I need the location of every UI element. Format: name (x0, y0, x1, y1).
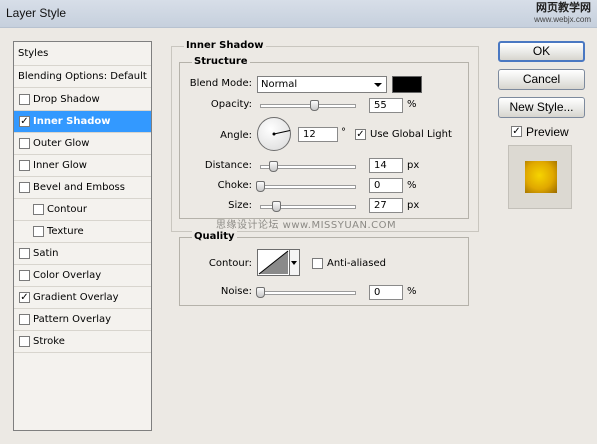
ok-button[interactable]: OK (498, 41, 585, 62)
styles-list-header[interactable]: Styles (14, 42, 151, 66)
shadow-color-swatch[interactable] (392, 76, 422, 93)
quality-title: Quality (192, 231, 237, 242)
inner-glow-checkbox[interactable] (19, 160, 30, 171)
blending-options-item[interactable]: Blending Options: Default (14, 66, 151, 88)
size-label: Size: (228, 200, 252, 211)
noise-label: Noise: (220, 286, 252, 297)
contour-checkbox[interactable] (33, 204, 44, 215)
outer-glow-checkbox[interactable] (19, 138, 30, 149)
preview-checkbox[interactable]: ✓ (511, 126, 522, 137)
contour-curve-icon (258, 250, 289, 275)
style-item-label: Drop Shadow (33, 94, 100, 105)
preview-label: Preview (526, 125, 569, 139)
style-item-drop-shadow[interactable]: Drop Shadow (14, 89, 151, 111)
size-input[interactable]: 27 (369, 198, 403, 213)
panel-title: Inner Shadow (184, 40, 266, 51)
stroke-checkbox[interactable] (19, 336, 30, 347)
angle-unit: ° (341, 127, 346, 138)
style-item-gradient-overlay[interactable]: ✓ Gradient Overlay (14, 287, 151, 309)
angle-dial[interactable] (257, 117, 291, 151)
style-item-label: Bevel and Emboss (33, 182, 125, 193)
anti-aliased-checkbox[interactable] (312, 258, 323, 269)
style-item-label: Color Overlay (33, 270, 102, 281)
gradient-overlay-checkbox[interactable]: ✓ (19, 292, 30, 303)
noise-slider-thumb[interactable] (256, 287, 265, 298)
style-item-satin[interactable]: Satin (14, 243, 151, 265)
distance-input[interactable]: 14 (369, 158, 403, 173)
choke-slider-track[interactable] (260, 185, 356, 189)
style-item-color-overlay[interactable]: Color Overlay (14, 265, 151, 287)
blend-mode-select[interactable]: Normal (257, 76, 387, 93)
style-item-label: Satin (33, 248, 59, 259)
opacity-input[interactable]: 55 (369, 98, 403, 113)
center-watermark: 思缘设计论坛 www.MISSYUAN.COM (216, 220, 397, 231)
opacity-label: Opacity: (210, 99, 252, 110)
structure-title: Structure (192, 56, 250, 67)
distance-slider-thumb[interactable] (269, 161, 278, 172)
title-bar: Layer Style 网页教学网 www.webjx.com (0, 0, 597, 28)
style-item-pattern-overlay[interactable]: Pattern Overlay (14, 309, 151, 331)
style-item-outer-glow[interactable]: Outer Glow (14, 133, 151, 155)
size-slider-thumb[interactable] (272, 201, 281, 212)
style-item-inner-shadow[interactable]: ✓ Inner Shadow (14, 111, 151, 133)
choke-unit: % (407, 180, 417, 191)
use-global-light-checkbox[interactable]: ✓ (355, 129, 366, 140)
angle-label: Angle: (220, 130, 252, 141)
blend-mode-value: Normal (261, 79, 298, 90)
watermark-bottom-text: www.webjx.com (534, 15, 591, 24)
watermark-top-text: 网页教学网 (536, 2, 591, 14)
new-style-button[interactable]: New Style... (498, 97, 585, 118)
inner-shadow-checkbox[interactable]: ✓ (19, 116, 30, 127)
texture-checkbox[interactable] (33, 226, 44, 237)
style-item-label: Inner Shadow (33, 116, 111, 127)
choke-input[interactable]: 0 (369, 178, 403, 193)
angle-input[interactable]: 12 (298, 127, 338, 142)
choke-slider-thumb[interactable] (256, 181, 265, 192)
angle-dial-needle (272, 130, 291, 136)
preview-thumbnail (508, 145, 572, 209)
opacity-unit: % (407, 99, 417, 110)
style-item-inner-glow[interactable]: Inner Glow (14, 155, 151, 177)
satin-checkbox[interactable] (19, 248, 30, 259)
size-unit: px (407, 200, 420, 211)
use-global-light-label: Use Global Light (370, 129, 452, 140)
preview-swatch (525, 161, 557, 193)
style-item-label: Inner Glow (33, 160, 87, 171)
style-item-stroke[interactable]: Stroke (14, 331, 151, 353)
blend-mode-label: Blend Mode: (189, 78, 252, 89)
styles-list: Styles Blending Options: Default Drop Sh… (13, 41, 152, 431)
pattern-overlay-checkbox[interactable] (19, 314, 30, 325)
chevron-down-icon (291, 261, 297, 265)
anti-aliased-label: Anti-aliased (327, 258, 387, 269)
style-item-label: Texture (47, 226, 84, 237)
bevel-emboss-checkbox[interactable] (19, 182, 30, 193)
style-item-label: Stroke (33, 336, 65, 347)
distance-label: Distance: (204, 160, 252, 171)
contour-label: Contour: (208, 258, 252, 269)
cancel-button[interactable]: Cancel (498, 69, 585, 90)
noise-unit: % (407, 286, 417, 297)
distance-unit: px (407, 160, 420, 171)
window-title: Layer Style (6, 6, 67, 20)
noise-slider-track[interactable] (260, 291, 356, 295)
opacity-slider-thumb[interactable] (310, 100, 319, 111)
chevron-down-icon (374, 83, 382, 87)
contour-dropdown-button[interactable] (290, 249, 300, 276)
contour-preview[interactable] (257, 249, 290, 276)
opacity-slider-track[interactable] (260, 104, 356, 108)
style-item-bevel-emboss[interactable]: Bevel and Emboss (14, 177, 151, 199)
style-item-texture[interactable]: Texture (14, 221, 151, 243)
style-item-contour[interactable]: Contour (14, 199, 151, 221)
drop-shadow-checkbox[interactable] (19, 94, 30, 105)
watermark-logo: 网页教学网 www.webjx.com (534, 3, 591, 24)
style-item-label: Gradient Overlay (33, 292, 119, 303)
style-item-label: Outer Glow (33, 138, 90, 149)
style-item-label: Pattern Overlay (33, 314, 112, 325)
choke-label: Choke: (217, 180, 252, 191)
noise-input[interactable]: 0 (369, 285, 403, 300)
color-overlay-checkbox[interactable] (19, 270, 30, 281)
style-item-label: Contour (47, 204, 87, 215)
